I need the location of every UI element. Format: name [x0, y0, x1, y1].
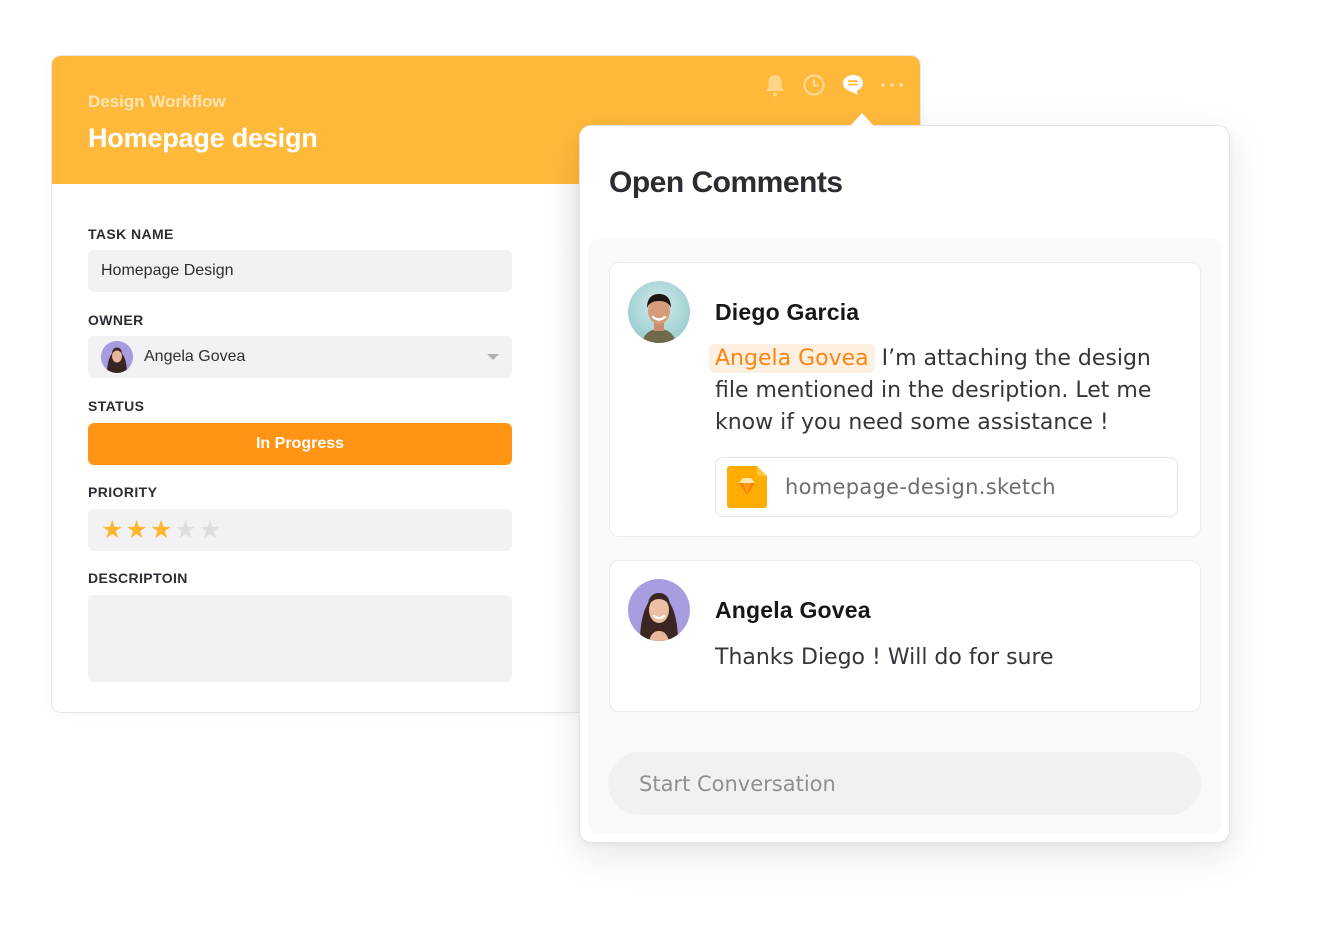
workflow-name: Design Workflow	[88, 92, 226, 111]
star-empty-icon[interactable]: ★	[174, 517, 196, 543]
panel-title: Open Comments	[609, 166, 843, 199]
star-filled-icon[interactable]: ★	[125, 517, 147, 543]
comment-icon[interactable]	[841, 73, 865, 97]
star-rating: ★ ★ ★ ★ ★	[101, 517, 221, 543]
attachment-file[interactable]: homepage-design.sketch	[715, 457, 1178, 517]
task-title: Homepage design	[88, 123, 318, 153]
comments-panel: Open Comments Diego Garcia Angela Govea …	[579, 125, 1230, 843]
clock-icon[interactable]	[802, 73, 826, 97]
status-label: STATUS	[88, 398, 145, 414]
sketch-file-icon	[727, 466, 767, 508]
comment-item: Angela Govea Thanks Diego ! Will do for …	[609, 560, 1201, 712]
comment-item: Diego Garcia Angela Govea I’m attaching …	[609, 262, 1201, 537]
comment-body: Thanks Diego ! Will do for sure	[715, 645, 1054, 670]
task-name-input[interactable]: Homepage Design	[88, 250, 512, 292]
description-label: DESCRIPTOIN	[88, 570, 188, 586]
avatar	[628, 579, 690, 641]
comment-author: Diego Garcia	[715, 299, 860, 325]
user-mention[interactable]: Angela Govea	[709, 344, 875, 373]
comment-author: Angela Govea	[715, 597, 871, 623]
header-toolbar	[763, 70, 904, 100]
task-name-label: TASK NAME	[88, 226, 174, 242]
attachment-name: homepage-design.sketch	[785, 475, 1056, 499]
owner-select[interactable]: Angela Govea	[88, 336, 512, 378]
description-textarea[interactable]	[88, 595, 512, 682]
star-empty-icon[interactable]: ★	[199, 517, 221, 543]
comments-list: Diego Garcia Angela Govea I’m attaching …	[588, 239, 1221, 834]
owner-avatar	[101, 341, 133, 373]
priority-rating[interactable]: ★ ★ ★ ★ ★	[88, 509, 512, 551]
comment-text: Angela Govea I’m attaching the design fi…	[709, 343, 1185, 439]
status-button[interactable]: In Progress	[88, 423, 512, 465]
star-filled-icon[interactable]: ★	[101, 517, 123, 543]
bell-icon[interactable]	[763, 73, 787, 97]
start-conversation-input[interactable]	[608, 752, 1201, 815]
more-icon[interactable]	[880, 73, 904, 97]
avatar	[628, 281, 690, 343]
owner-name: Angela Govea	[144, 348, 246, 365]
star-filled-icon[interactable]: ★	[150, 517, 172, 543]
popover-arrow	[850, 113, 874, 126]
owner-label: OWNER	[88, 312, 144, 328]
chevron-down-icon[interactable]	[487, 354, 499, 360]
priority-label: PRIORITY	[88, 484, 158, 500]
